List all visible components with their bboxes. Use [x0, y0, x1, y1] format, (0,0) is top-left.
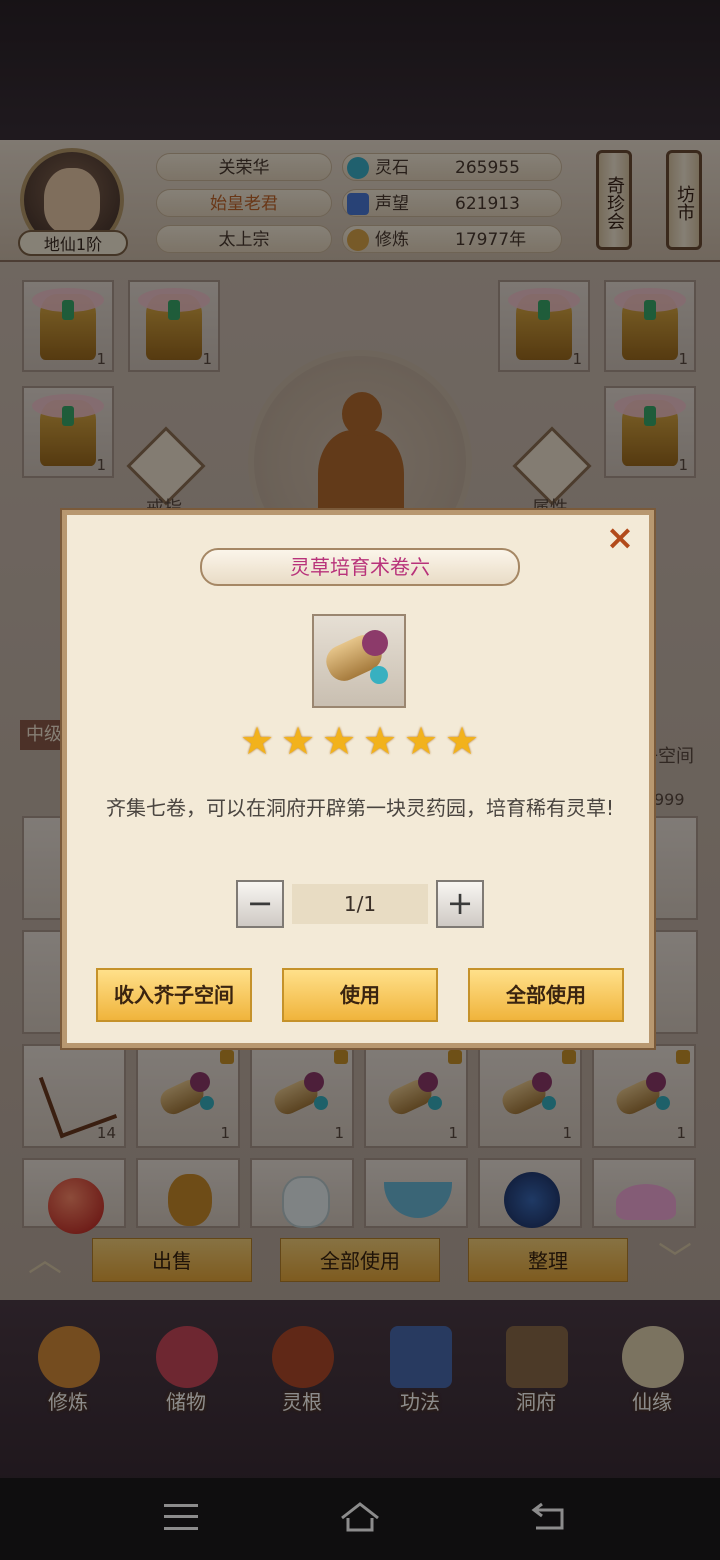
scroll-ornament — [362, 630, 388, 656]
increase-button[interactable]: + — [436, 880, 484, 928]
use-all-dialog-button[interactable]: 全部使用 — [468, 968, 624, 1022]
star-icon: ★ — [239, 719, 275, 763]
item-preview — [312, 614, 406, 708]
star-icon: ★ — [321, 719, 357, 763]
decrease-button[interactable]: − — [236, 880, 284, 928]
scroll-bead — [370, 666, 388, 684]
star-icon: ★ — [444, 719, 480, 763]
star-icon: ★ — [403, 719, 439, 763]
dialog-title: 灵草培育术卷六 — [200, 548, 520, 586]
star-rating: ★ ★ ★ ★ ★ ★ — [238, 722, 482, 760]
star-icon: ★ — [280, 719, 316, 763]
quantity-field[interactable]: 1/1 — [292, 884, 428, 924]
store-in-space-button[interactable]: 收入芥子空间 — [96, 968, 252, 1022]
star-icon: ★ — [362, 719, 398, 763]
use-button[interactable]: 使用 — [282, 968, 438, 1022]
close-icon[interactable]: × — [602, 520, 638, 556]
item-description: 齐集七卷，可以在洞府开辟第一块灵药园，培育稀有灵草! — [105, 796, 615, 820]
